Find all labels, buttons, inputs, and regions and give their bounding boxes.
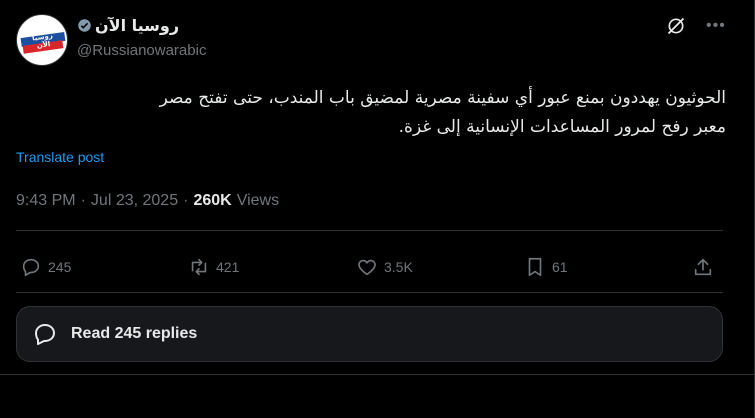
divider <box>16 230 723 231</box>
meta-separator: · <box>80 192 86 209</box>
divider <box>16 292 723 293</box>
meta-separator: · <box>183 192 189 209</box>
heart-icon <box>358 259 376 276</box>
post-card: روسيا الآن روسيا الآن @Russianowarabic •… <box>0 0 755 418</box>
views-label: Views <box>236 192 280 209</box>
post-date[interactable]: Jul 23, 2025 <box>91 192 178 210</box>
display-name[interactable]: روسيا الآن <box>95 16 179 35</box>
post-text-line: معبر رفح لمرور المساعدات الإنسانية إلى غ… <box>398 117 726 137</box>
grok-icon[interactable] <box>666 16 686 36</box>
reply-icon <box>22 258 40 277</box>
like-count: 3.5K <box>384 259 413 275</box>
read-replies-label: Read 245 replies <box>71 325 198 342</box>
reply-icon <box>35 324 55 345</box>
post-text: الحوثيون يهددون بمنع عبور أي سفينة مصرية… <box>26 84 726 142</box>
views-count: 260K <box>193 192 232 209</box>
account-name-row[interactable]: روسيا الآن <box>77 16 179 35</box>
share-button[interactable] <box>692 250 714 284</box>
repost-count: 421 <box>216 259 240 275</box>
action-bar: 245 421 3.5K 61 <box>16 250 723 284</box>
like-button[interactable]: 3.5K <box>356 250 413 284</box>
reply-button[interactable]: 245 <box>20 250 71 284</box>
avatar[interactable]: روسيا الآن <box>16 14 68 66</box>
post-text-line: الحوثيون يهددون بمنع عبور أي سفينة مصرية… <box>159 88 726 108</box>
account-handle[interactable]: @Russianowarabic <box>77 42 206 59</box>
bookmark-count: 61 <box>552 259 568 275</box>
bookmark-button[interactable]: 61 <box>524 250 568 284</box>
repost-icon <box>191 258 207 276</box>
verified-badge-icon <box>78 19 91 32</box>
share-icon <box>694 258 712 276</box>
reply-count: 245 <box>48 259 72 275</box>
repost-button[interactable]: 421 <box>188 250 239 284</box>
more-icon[interactable]: ••• <box>706 16 726 36</box>
read-replies-button[interactable]: Read 245 replies <box>16 306 723 362</box>
post-time[interactable]: 9:43 PM <box>16 192 76 210</box>
post-metadata: 9:43 PM · Jul 23, 2025 · 260K Views <box>16 192 279 210</box>
bookmark-icon <box>528 257 542 277</box>
translate-post-link[interactable]: Translate post <box>16 149 104 165</box>
divider <box>0 374 755 375</box>
